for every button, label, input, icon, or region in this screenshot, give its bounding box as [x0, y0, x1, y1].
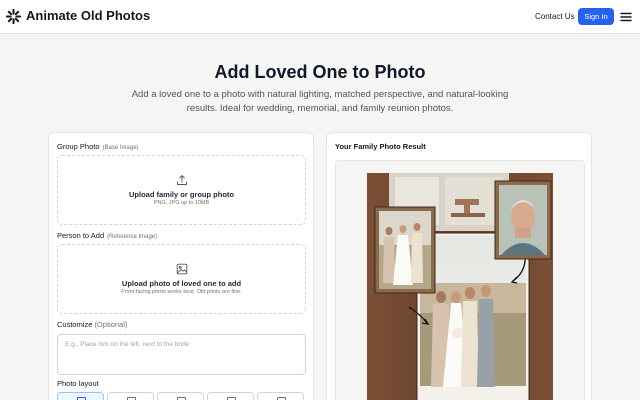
- result-family-photo: [367, 173, 553, 400]
- photo-layout-label: Photo layout: [57, 379, 99, 388]
- contact-us-link[interactable]: Contact Us: [535, 12, 575, 21]
- brand-name[interactable]: Animate Old Photos: [26, 8, 150, 23]
- upload-icon: [177, 175, 187, 185]
- group-photo-upload-title: Upload family or group photo: [129, 190, 234, 199]
- person-upload-sub: Front-facing photo works best. Old print…: [121, 289, 242, 295]
- person-label: Person to Add (Reference Image): [57, 231, 158, 240]
- customize-label: Customize (Optional): [57, 320, 128, 329]
- layout-option-5[interactable]: [257, 392, 304, 400]
- page-title: Add Loved One to Photo: [214, 62, 426, 82]
- group-photo-hint: (Base Image): [102, 145, 139, 151]
- result-title: Your Family Photo Result: [335, 142, 426, 151]
- image-icon: [176, 263, 188, 275]
- page-subtitle: Add a loved one to a photo with natural …: [131, 89, 509, 114]
- layout-option-1[interactable]: [57, 392, 104, 400]
- group-photo-label: Group Photo (Base Image): [57, 142, 139, 151]
- upload-form-card: Group Photo (Base Image) Upload family or…: [48, 132, 314, 400]
- person-photo-dropzone[interactable]: Upload photo of loved one to add Front-f…: [57, 244, 306, 314]
- layout-option-4[interactable]: [207, 392, 254, 400]
- layout-option-2[interactable]: [107, 392, 154, 400]
- group-photo-upload-sub: PNG, JPG up to 10MB: [153, 200, 210, 206]
- person-hint: (Reference Image): [107, 234, 158, 240]
- top-navbar: Animate Old Photos Contact Us Sign In: [0, 0, 640, 34]
- group-photo-dropzone[interactable]: Upload family or group photo PNG, JPG up…: [57, 155, 306, 225]
- customize-hint: (Optional): [94, 320, 128, 329]
- sparkle-burst-icon[interactable]: [6, 9, 21, 24]
- customize-input[interactable]: [57, 334, 306, 375]
- hamburger-menu-icon[interactable]: [620, 12, 632, 22]
- result-preview-frame: [335, 160, 585, 400]
- layout-option-3[interactable]: [157, 392, 204, 400]
- person-upload-title: Upload photo of loved one to add: [121, 279, 242, 288]
- result-card: Your Family Photo Result: [326, 132, 592, 400]
- sign-in-button[interactable]: Sign In: [578, 8, 614, 25]
